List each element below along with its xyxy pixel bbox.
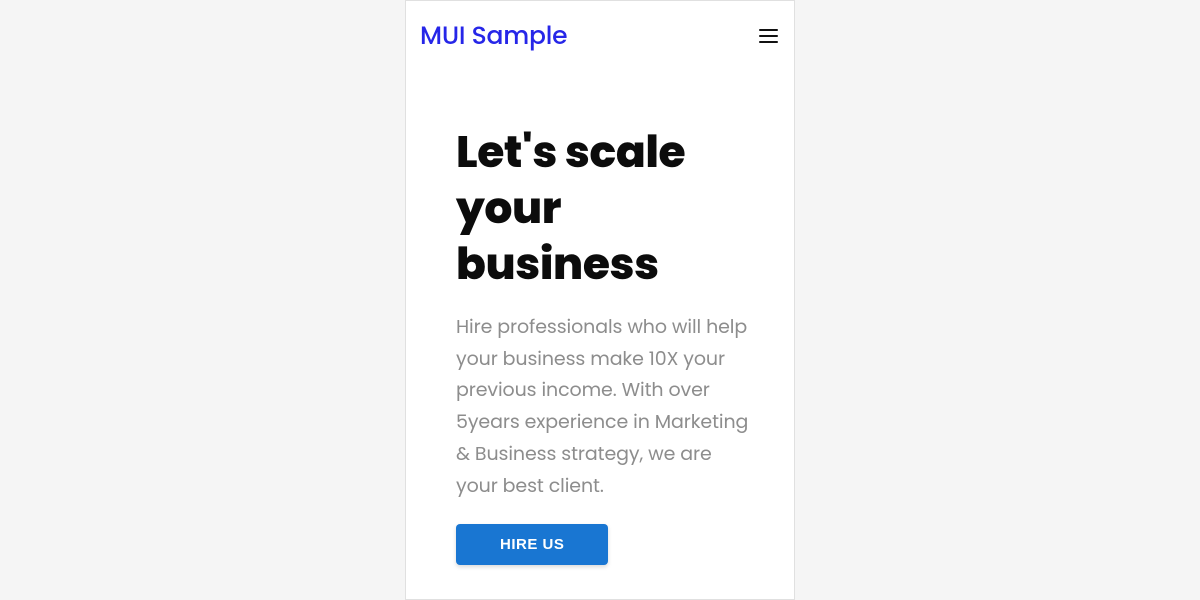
app-logo[interactable]: MUI Sample: [420, 17, 567, 55]
hero-title: Let's scale your business: [456, 125, 754, 293]
hero-section: Let's scale your business Hire professio…: [406, 69, 794, 565]
hire-us-button[interactable]: HIRE US: [456, 524, 608, 565]
hero-subtitle: Hire professionals who will help your bu…: [456, 311, 754, 502]
hamburger-menu-icon[interactable]: [757, 27, 780, 45]
app-header: MUI Sample: [406, 1, 794, 69]
mobile-viewport: MUI Sample Let's scale your business Hir…: [405, 0, 795, 600]
